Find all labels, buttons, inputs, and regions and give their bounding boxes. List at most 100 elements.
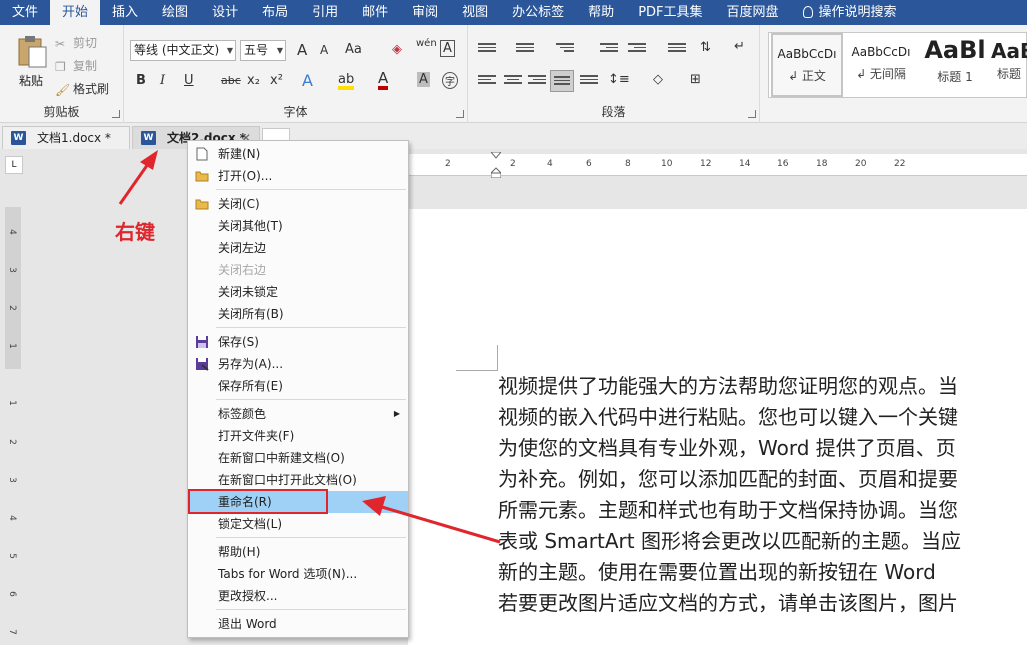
text-effects-button[interactable]: A bbox=[302, 71, 313, 90]
increase-indent-icon[interactable] bbox=[628, 41, 646, 55]
enclose-char-button[interactable]: 字 bbox=[442, 72, 458, 89]
multilevel-list-icon[interactable] bbox=[556, 41, 574, 55]
menu-item-options[interactable]: Tabs for Word 选项(N)... bbox=[188, 563, 408, 585]
menu-item-tab-color[interactable]: 标签颜色 ▶ bbox=[188, 403, 408, 425]
menu-home[interactable]: 开始 bbox=[50, 0, 101, 25]
menu-layout[interactable]: 布局 bbox=[250, 0, 300, 25]
align-right-icon[interactable] bbox=[528, 73, 546, 87]
align-left-icon[interactable] bbox=[478, 73, 496, 87]
menu-item-save-as[interactable]: 另存为(A)... bbox=[188, 353, 408, 375]
font-color-button[interactable]: A bbox=[378, 71, 389, 90]
new-document-icon bbox=[196, 147, 208, 161]
menu-baidu-netdisk[interactable]: 百度网盘 bbox=[715, 0, 791, 25]
menu-review[interactable]: 审阅 bbox=[400, 0, 450, 25]
ruler-number: 2 bbox=[6, 439, 17, 445]
superscript-button[interactable]: x² bbox=[270, 73, 283, 88]
menu-item-close-others[interactable]: 关闭其他(T) bbox=[188, 215, 408, 237]
margin-corner-mark bbox=[456, 345, 498, 371]
tell-me-search[interactable]: 操作说明搜索 bbox=[791, 0, 909, 25]
bullets-icon[interactable] bbox=[478, 41, 496, 55]
doc-line: 表或 SmartArt 图形将会更改以匹配新的主题。当应 bbox=[498, 529, 961, 553]
decrease-indent-icon[interactable] bbox=[600, 41, 618, 55]
paragraph-group-label: 段落 bbox=[601, 105, 626, 119]
document-body[interactable]: 视频提供了功能强大的方法帮助您证明您的观点。当 视频的嵌入代码中进行粘贴。您也可… bbox=[498, 371, 1027, 619]
italic-button[interactable]: I bbox=[160, 73, 165, 88]
menu-item-close-all[interactable]: 关闭所有(B) bbox=[188, 303, 408, 325]
menu-item-open[interactable]: 打开(O)... bbox=[188, 165, 408, 187]
borders-icon[interactable]: ⊞ bbox=[690, 72, 701, 87]
line-spacing-icon[interactable]: ↕≡ bbox=[608, 72, 630, 87]
menu-insert[interactable]: 插入 bbox=[100, 0, 150, 25]
menu-item-exit[interactable]: 退出 Word bbox=[188, 613, 408, 635]
menu-item-close[interactable]: 关闭(C) bbox=[188, 193, 408, 215]
indent-marker-icon[interactable] bbox=[489, 151, 503, 179]
menu-item-new[interactable]: 新建(N) bbox=[188, 143, 408, 165]
font-size-combo[interactable]: 五号 ▼ bbox=[240, 40, 286, 61]
menu-mailings[interactable]: 邮件 bbox=[350, 0, 400, 25]
show-marks-icon[interactable]: ↵ bbox=[734, 39, 745, 54]
menu-item-new-in-window[interactable]: 在新窗口中新建文档(O) bbox=[188, 447, 408, 469]
clipboard-launcher-icon[interactable] bbox=[112, 110, 120, 118]
vertical-ruler[interactable]: 4 3 2 1 1 2 3 4 5 6 7 bbox=[5, 207, 21, 645]
style-no-spacing[interactable]: AaBbCcDı ↲ 无间隔 bbox=[845, 33, 917, 97]
strikethrough-button[interactable]: abc bbox=[221, 74, 241, 87]
ruler-number: 1 bbox=[6, 400, 17, 406]
ruler-number: 20 bbox=[855, 159, 867, 169]
menu-item-help[interactable]: 帮助(H) bbox=[188, 541, 408, 563]
clear-format-icon[interactable]: ◈ bbox=[392, 42, 402, 57]
menu-pdf-tools[interactable]: PDF工具集 bbox=[626, 0, 714, 25]
font-name-combo[interactable]: 等线 (中文正文) ▼ bbox=[130, 40, 236, 61]
distributed-icon[interactable] bbox=[580, 73, 598, 87]
style-title[interactable]: AaB 标题 bbox=[991, 33, 1027, 97]
menu-item-close-unlocked[interactable]: 关闭未锁定 bbox=[188, 281, 408, 303]
cut-button[interactable]: ✂ 剪切 bbox=[55, 34, 97, 51]
shrink-font-button[interactable]: A bbox=[320, 43, 328, 57]
menu-help[interactable]: 帮助 bbox=[576, 0, 626, 25]
ruler-number: 4 bbox=[6, 515, 17, 521]
format-painter-button[interactable]: 🖌 格式刷 bbox=[55, 80, 109, 97]
menu-item-open-in-window[interactable]: 在新窗口中打开此文档(O) bbox=[188, 469, 408, 491]
document-page[interactable]: 视频提供了功能强大的方法帮助您证明您的观点。当 视频的嵌入代码中进行粘贴。您也可… bbox=[408, 209, 1027, 645]
char-border-button[interactable]: A bbox=[440, 40, 455, 57]
ruler-number: 2 bbox=[6, 305, 17, 311]
menu-item-save[interactable]: 保存(S) bbox=[188, 331, 408, 353]
menu-item-close-left[interactable]: 关闭左边 bbox=[188, 237, 408, 259]
menu-separator bbox=[216, 537, 406, 538]
ruler-number: 14 bbox=[739, 159, 751, 169]
menu-item-change-license[interactable]: 更改授权... bbox=[188, 585, 408, 607]
paragraph-launcher-icon[interactable] bbox=[748, 110, 756, 118]
ruler-number: 2 bbox=[445, 159, 451, 169]
char-shading-button[interactable]: A bbox=[417, 72, 430, 87]
menu-item-label: 在新窗口中打开此文档(O) bbox=[218, 473, 357, 487]
align-center-icon[interactable] bbox=[504, 73, 522, 87]
grow-font-button[interactable]: A bbox=[297, 41, 307, 59]
subscript-button[interactable]: x₂ bbox=[247, 73, 260, 88]
font-launcher-icon[interactable] bbox=[456, 110, 464, 118]
menu-item-lock[interactable]: 锁定文档(L) bbox=[188, 513, 408, 535]
numbering-icon[interactable] bbox=[516, 41, 534, 55]
bold-button[interactable]: B bbox=[136, 73, 146, 88]
chinese-layout-icon[interactable] bbox=[668, 41, 686, 55]
style-heading-1[interactable]: AaBl 标题 1 bbox=[919, 33, 991, 97]
document-tab-bar: W 文档1.docx * W 文档2.docx * ✕ bbox=[0, 123, 1027, 149]
shading-icon[interactable]: ◇ bbox=[653, 72, 663, 87]
tab-stop-selector[interactable]: L bbox=[5, 156, 23, 174]
underline-button[interactable]: U bbox=[184, 73, 194, 88]
justify-icon[interactable] bbox=[550, 70, 574, 92]
menu-design[interactable]: 设计 bbox=[200, 0, 250, 25]
menu-view[interactable]: 视图 bbox=[450, 0, 500, 25]
change-case-button[interactable]: Aa bbox=[345, 42, 362, 57]
menu-draw[interactable]: 绘图 bbox=[150, 0, 200, 25]
phonetic-guide-button[interactable]: wén bbox=[416, 38, 437, 49]
menu-file[interactable]: 文件 bbox=[0, 0, 50, 25]
menu-office-tab[interactable]: 办公标签 bbox=[500, 0, 576, 25]
style-normal[interactable]: AaBbCcDı ↲ 正文 bbox=[771, 33, 843, 97]
doc-tab-1[interactable]: W 文档1.docx * bbox=[2, 126, 130, 149]
menu-item-save-all[interactable]: 保存所有(E) bbox=[188, 375, 408, 397]
copy-button[interactable]: ❐ 复制 bbox=[55, 57, 97, 74]
highlight-button[interactable]: ab bbox=[338, 73, 355, 90]
menu-item-open-folder[interactable]: 打开文件夹(F) bbox=[188, 425, 408, 447]
paste-button[interactable]: 粘贴 bbox=[14, 33, 48, 93]
menu-references[interactable]: 引用 bbox=[300, 0, 350, 25]
sort-icon[interactable]: ⇅ bbox=[700, 40, 711, 55]
